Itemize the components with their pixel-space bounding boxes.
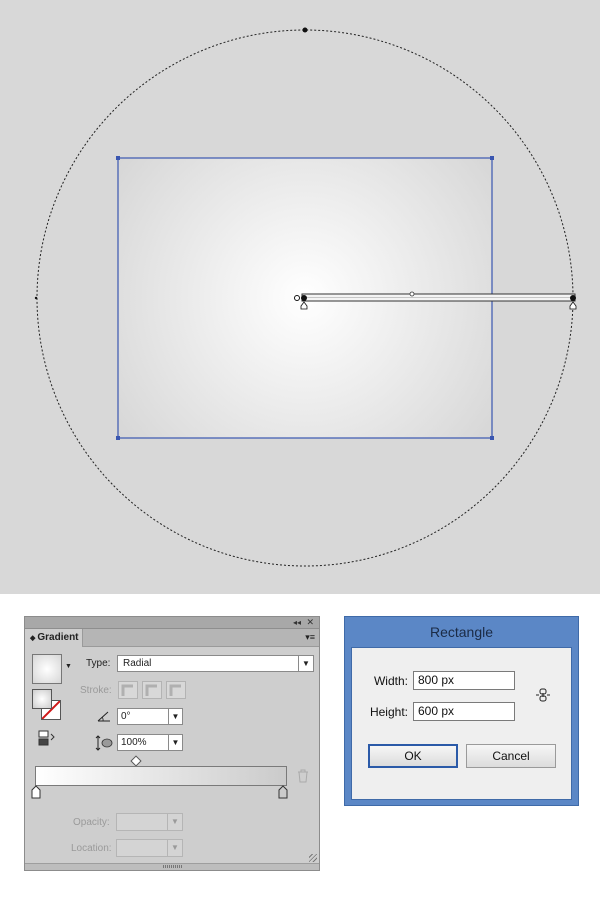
chevron-down-icon[interactable]: ▼ bbox=[168, 709, 182, 724]
dialog-title: Rectangle bbox=[429, 624, 494, 640]
angle-value: 0° bbox=[121, 711, 131, 722]
angle-icon bbox=[97, 711, 110, 722]
resize-grip-icon[interactable] bbox=[309, 854, 317, 862]
panel-tab-row: ◆ Gradient ▾≡ bbox=[25, 629, 319, 647]
type-value: Radial bbox=[123, 658, 152, 669]
chevron-down-icon: ▼ bbox=[298, 656, 313, 671]
gradient-annotator-bar[interactable] bbox=[301, 293, 576, 302]
cancel-button[interactable]: Cancel bbox=[466, 744, 556, 768]
stroke-along-icon bbox=[145, 684, 157, 696]
gradient-stop-end[interactable] bbox=[278, 785, 288, 799]
chevron-down-icon[interactable]: ▼ bbox=[65, 663, 72, 670]
panel-bottom-bar bbox=[25, 863, 319, 870]
aspect-ratio-icon bbox=[95, 735, 113, 751]
radius-handle-left[interactable] bbox=[34, 296, 38, 300]
selection-handle[interactable] bbox=[490, 156, 494, 160]
stroke-within-button[interactable] bbox=[118, 681, 138, 699]
panel-menu-icon[interactable]: ▾≡ bbox=[305, 632, 315, 642]
location-label: Location: bbox=[71, 843, 112, 854]
annotator-center[interactable] bbox=[301, 295, 307, 301]
type-label: Type: bbox=[86, 658, 111, 669]
tab-label: Gradient bbox=[37, 632, 79, 643]
chevron-down-icon: ▼ bbox=[167, 814, 182, 830]
reverse-gradient-icon[interactable] bbox=[38, 730, 56, 746]
annotator-origin[interactable] bbox=[294, 295, 300, 301]
tab-gradient[interactable]: ◆ Gradient bbox=[25, 629, 83, 647]
angle-field[interactable]: 0° ▼ bbox=[117, 708, 183, 725]
close-icon[interactable]: ✕ bbox=[306, 617, 314, 628]
annotator-midpoint[interactable] bbox=[409, 291, 415, 297]
type-dropdown[interactable]: Radial ▼ bbox=[117, 655, 314, 672]
height-input[interactable]: 600 px bbox=[413, 702, 515, 721]
opacity-label: Opacity: bbox=[73, 817, 110, 828]
stroke-within-icon bbox=[121, 684, 133, 696]
stroke-across-icon bbox=[169, 684, 181, 696]
opacity-field: ▼ bbox=[116, 813, 183, 831]
ok-button[interactable]: OK bbox=[368, 744, 458, 768]
radius-handle-top[interactable] bbox=[302, 27, 308, 33]
panel-title-bar[interactable]: ◂◂ ✕ bbox=[25, 617, 319, 629]
aspect-ratio-field[interactable]: 100% ▼ bbox=[117, 734, 183, 751]
panel-drag-handle[interactable] bbox=[163, 865, 183, 868]
selection-handle[interactable] bbox=[116, 436, 120, 440]
collapse-panel-icon[interactable]: ◂◂ bbox=[293, 617, 301, 628]
dialog-body: Width: 800 px Height: 600 px OK Cancel bbox=[351, 647, 572, 800]
trash-icon[interactable] bbox=[297, 769, 309, 783]
width-label: Width: bbox=[373, 674, 408, 688]
selection-handle[interactable] bbox=[116, 156, 120, 160]
selection-handle[interactable] bbox=[490, 436, 494, 440]
aspect-ratio-value: 100% bbox=[121, 737, 147, 748]
gradient-swatch[interactable] bbox=[32, 654, 62, 684]
constrain-proportions-icon[interactable] bbox=[536, 688, 550, 702]
stroke-along-button[interactable] bbox=[142, 681, 162, 699]
height-label: Height: bbox=[369, 705, 408, 719]
chevron-down-icon[interactable]: ▼ bbox=[168, 735, 182, 750]
canvas-artboard[interactable] bbox=[0, 0, 600, 594]
gradient-midpoint-diamond[interactable] bbox=[130, 755, 142, 767]
annotator-stop-end[interactable] bbox=[569, 301, 577, 310]
stroke-label: Stroke: bbox=[80, 685, 112, 696]
fill-swatch[interactable] bbox=[32, 689, 52, 709]
gradient-stop-start[interactable] bbox=[31, 785, 41, 799]
width-input[interactable]: 800 px bbox=[413, 671, 515, 690]
location-field: ▼ bbox=[116, 839, 183, 857]
annotator-end[interactable] bbox=[570, 295, 576, 301]
chevron-down-icon: ▼ bbox=[167, 840, 182, 856]
gradient-panel: ◂◂ ✕ ◆ Gradient ▾≡ ▼ Type: Radial ▼ Strok… bbox=[24, 616, 320, 871]
canvas-drawing bbox=[34, 27, 577, 567]
rectangle-dialog: Rectangle Width: 800 px Height: 600 px O… bbox=[344, 616, 579, 806]
tab-toggle-icon[interactable]: ◆ bbox=[30, 635, 35, 642]
stroke-across-button[interactable] bbox=[166, 681, 186, 699]
gradient-slider[interactable] bbox=[35, 766, 287, 786]
